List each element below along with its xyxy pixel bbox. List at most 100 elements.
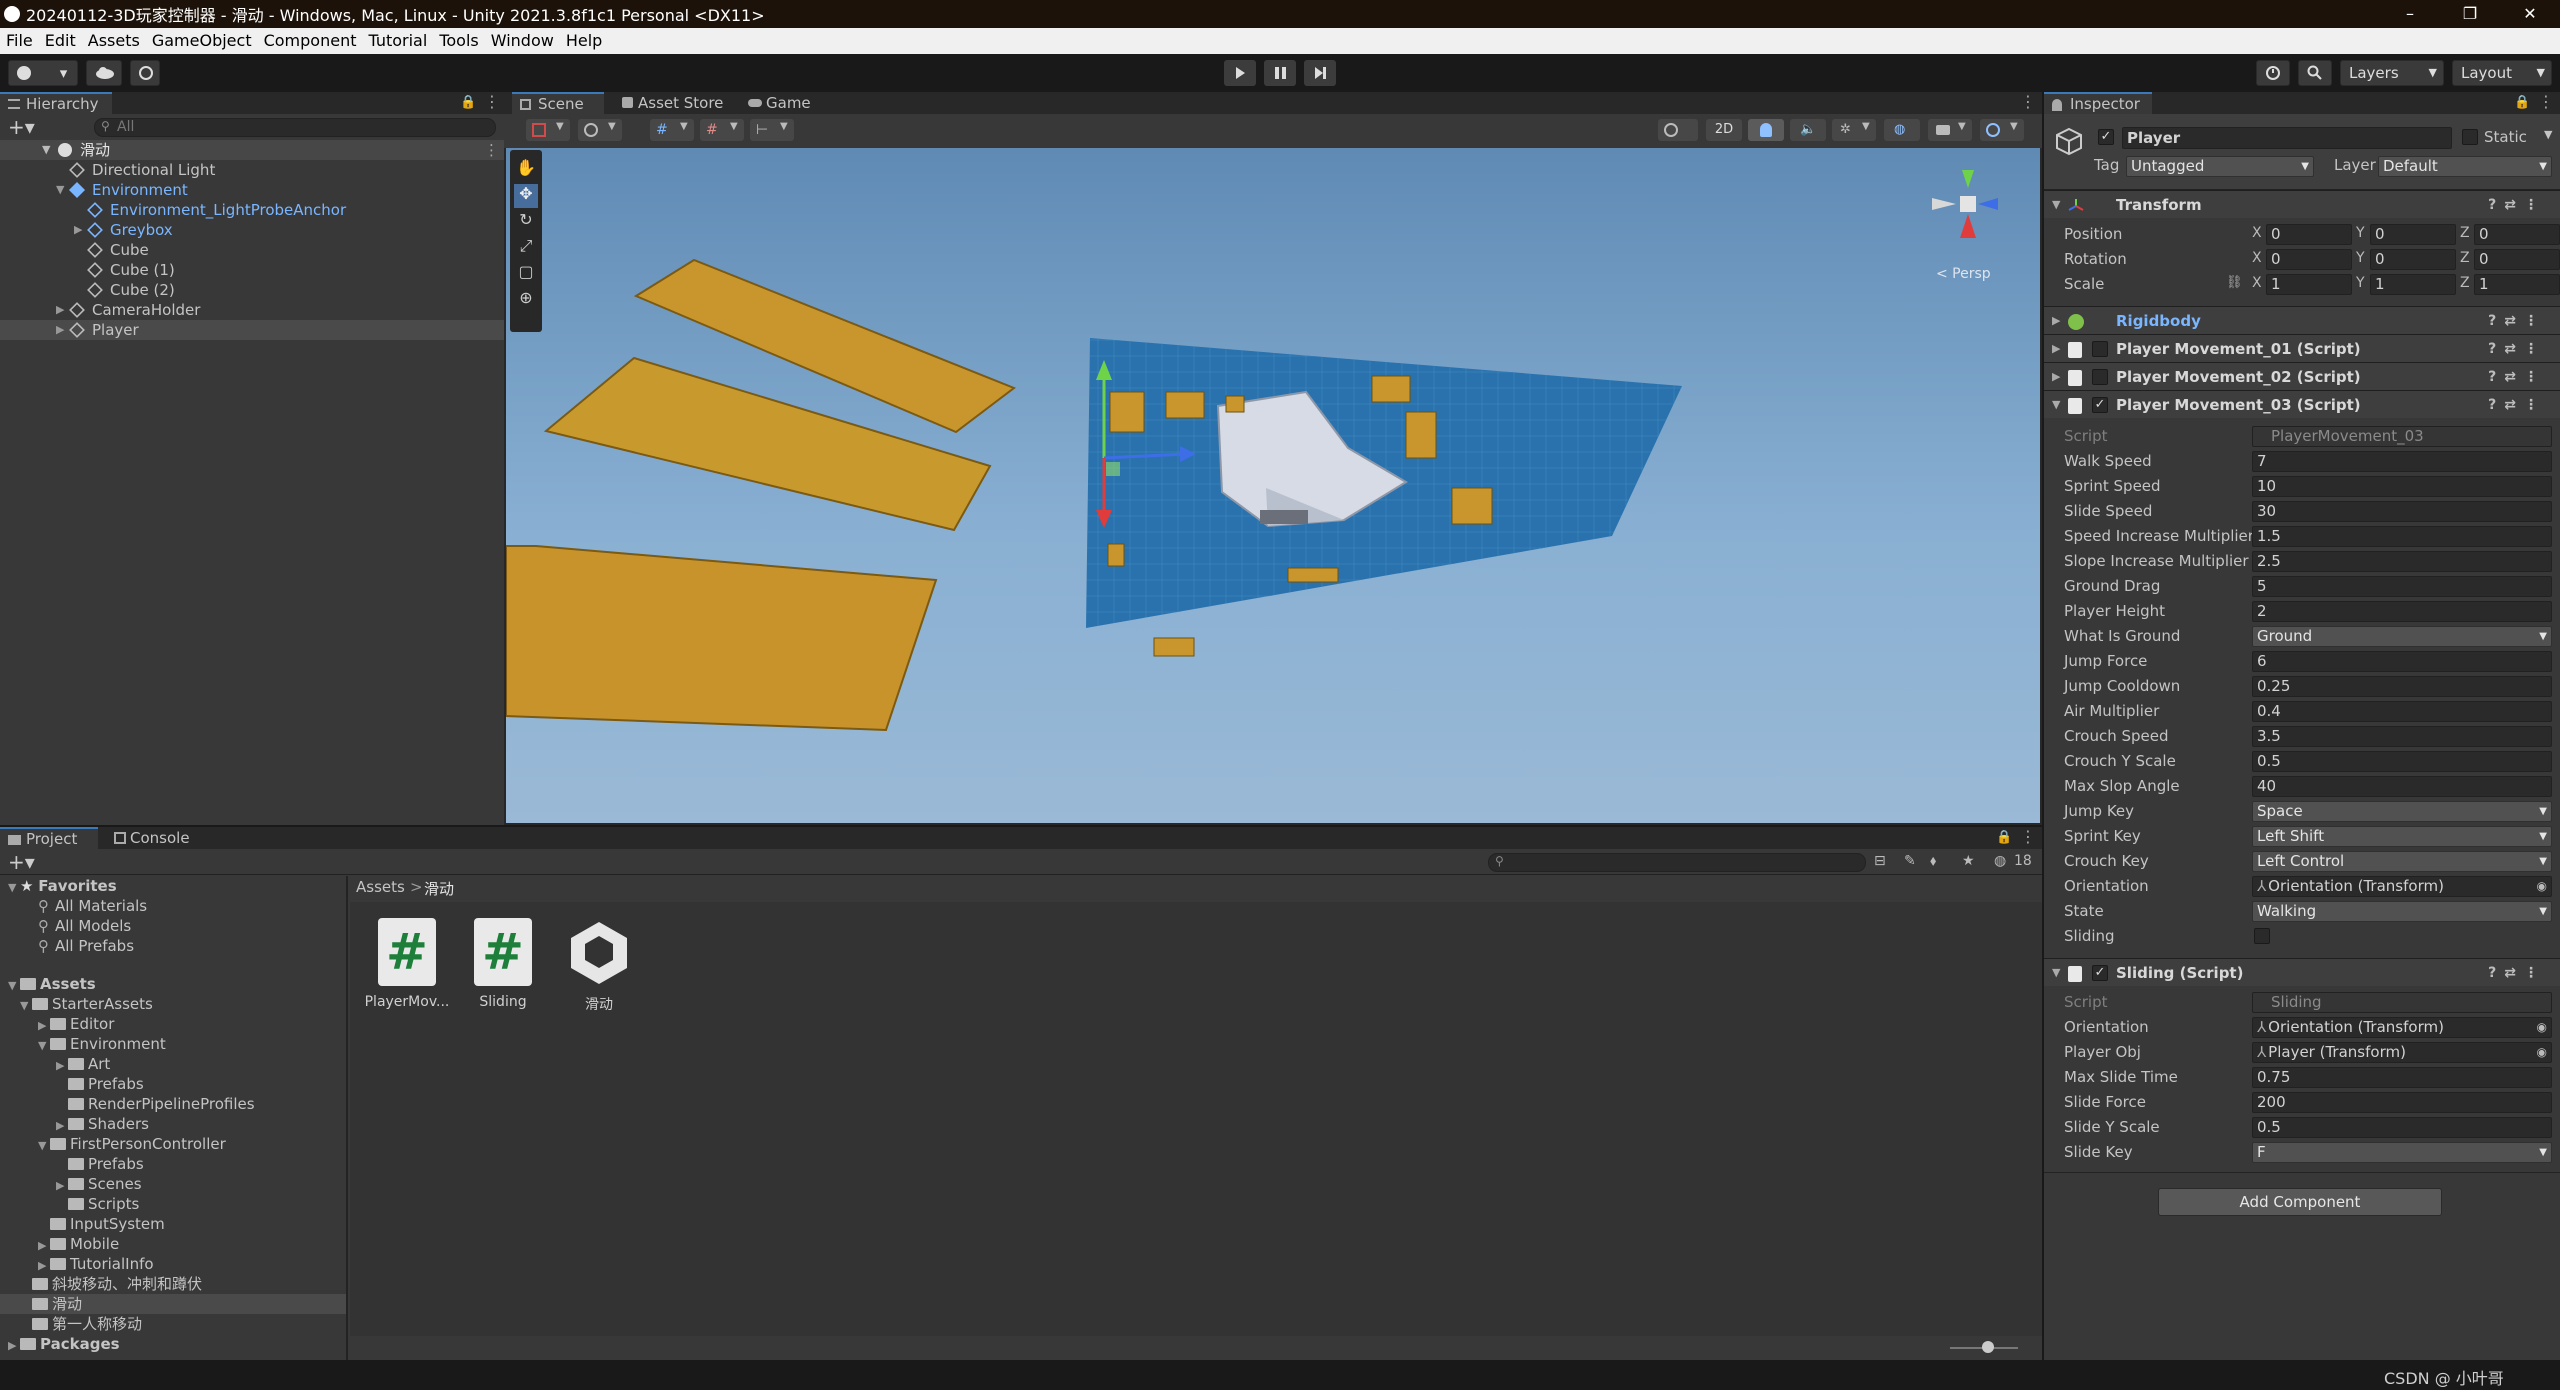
hierarchy-item[interactable]: Environment_LightProbeAnchor bbox=[0, 200, 504, 220]
object-picker-icon[interactable]: ◉ bbox=[2537, 1043, 2547, 1062]
gizmos-button[interactable]: ▼ bbox=[1980, 119, 2024, 141]
pm2-header[interactable]: ▶ Player Movement_02 (Script) ?⇄⋮ bbox=[2044, 362, 2560, 390]
component-actions[interactable]: ?⇄⋮ bbox=[2488, 391, 2546, 419]
pm2-enabled-checkbox[interactable] bbox=[2092, 369, 2108, 385]
scene-root-row[interactable]: ▼ 滑动 ⋮ bbox=[0, 140, 504, 160]
prop-dropdown[interactable]: F ▼ bbox=[2252, 1142, 2552, 1163]
hierarchy-item[interactable]: Cube (1) bbox=[0, 260, 504, 280]
chevron-down-icon[interactable]: ▼ bbox=[2544, 128, 2552, 141]
hierarchy-item[interactable]: ▶ CameraHolder bbox=[0, 300, 504, 320]
transform-position-x-field[interactable]: 0 bbox=[2266, 224, 2352, 245]
object-picker-icon[interactable]: ◉ bbox=[2537, 877, 2547, 896]
tool-hand[interactable]: ✋ bbox=[514, 158, 538, 182]
scene-viewport[interactable]: < Persp ✋ ✥ ↻ ⤢ ▢ ⊕ bbox=[506, 148, 2040, 823]
project-folder-item[interactable]: 斜坡移动、冲刺和蹲伏 bbox=[0, 1274, 346, 1294]
maximize-button[interactable]: ❐ bbox=[2440, 0, 2500, 28]
component-actions[interactable]: ?⇄⋮ bbox=[2488, 307, 2546, 335]
prop-number-field[interactable]: 7 bbox=[2252, 451, 2552, 472]
kebab-menu-icon[interactable]: ⋮ bbox=[484, 92, 500, 111]
breadcrumb-current[interactable]: 滑动 bbox=[424, 878, 454, 899]
transform-position-y-field[interactable]: 0 bbox=[2370, 224, 2456, 245]
project-folder-item[interactable]: ▶ Art bbox=[0, 1054, 346, 1074]
lock-icon[interactable]: 🔒 bbox=[1996, 830, 2012, 845]
hierarchy-item[interactable]: ▼ Environment bbox=[0, 180, 504, 200]
filter-label-icon[interactable]: ✎ bbox=[1904, 853, 1916, 869]
prop-number-field[interactable]: 200 bbox=[2252, 1092, 2552, 1113]
object-name-field[interactable]: Player bbox=[2122, 127, 2452, 149]
add-icon[interactable]: +▾ bbox=[8, 850, 35, 874]
render-mode-button[interactable]: ▼ bbox=[578, 119, 622, 141]
step-button[interactable] bbox=[1304, 60, 1336, 86]
menu-window[interactable]: Window bbox=[485, 28, 560, 54]
hierarchy-item[interactable]: Directional Light bbox=[0, 160, 504, 180]
tool-scale[interactable]: ⤢ bbox=[514, 236, 538, 260]
hierarchy-item[interactable]: ▶ Player bbox=[0, 320, 504, 340]
transform-header[interactable]: ▼ Transform ?⇄⋮ bbox=[2044, 190, 2560, 218]
close-button[interactable]: ✕ bbox=[2500, 0, 2560, 28]
component-actions[interactable]: ?⇄⋮ bbox=[2488, 363, 2546, 391]
lock-icon[interactable]: 🔒 bbox=[460, 95, 476, 110]
transform-position-z-field[interactable]: 0 bbox=[2474, 224, 2560, 245]
tab-project[interactable]: Project bbox=[0, 827, 98, 849]
toggle-2d-button[interactable]: 2D bbox=[1706, 119, 1742, 141]
play-button[interactable] bbox=[1224, 60, 1256, 86]
tool-move[interactable]: ✥ bbox=[514, 184, 538, 208]
project-folder-item[interactable]: ▼ Environment bbox=[0, 1034, 346, 1054]
sliding-header[interactable]: ▼ ✓ Sliding (Script) ?⇄⋮ bbox=[2044, 958, 2560, 986]
asset-item[interactable]: 滑动 bbox=[554, 918, 644, 1014]
project-search[interactable]: ⚲ bbox=[1488, 853, 1866, 872]
cloud-button[interactable] bbox=[86, 60, 122, 86]
kebab-menu-icon[interactable]: ⋮ bbox=[484, 140, 499, 160]
tab-inspector[interactable]: Inspector bbox=[2044, 92, 2152, 114]
asset-item[interactable]: # Sliding bbox=[458, 918, 548, 1010]
hidden-packages-icon[interactable]: ◍ bbox=[1994, 853, 2006, 869]
pm1-header[interactable]: ▶ Player Movement_01 (Script) ?⇄⋮ bbox=[2044, 334, 2560, 362]
packages-row[interactable]: ▶ Packages bbox=[0, 1334, 120, 1354]
tag-icon[interactable]: ⬧ bbox=[1930, 853, 1936, 869]
prop-dropdown[interactable]: Ground ▼ bbox=[2252, 626, 2552, 647]
layer-dropdown[interactable]: Default ▼ bbox=[2378, 156, 2552, 177]
project-folder-item[interactable]: Scripts bbox=[0, 1194, 346, 1214]
favorite-item[interactable]: ⚲ All Materials bbox=[38, 896, 147, 916]
component-actions[interactable]: ?⇄⋮ bbox=[2488, 335, 2546, 363]
tag-dropdown[interactable]: Untagged ▼ bbox=[2126, 156, 2314, 177]
sliding-enabled-checkbox[interactable]: ✓ bbox=[2092, 965, 2108, 981]
hierarchy-search[interactable]: ⚲ All bbox=[94, 118, 496, 137]
camera-settings-button[interactable]: ▼ bbox=[1928, 119, 1972, 141]
prop-object-field[interactable]: ⅄ Orientation (Transform) ◉ bbox=[2252, 1017, 2552, 1038]
prop-number-field[interactable]: 0.5 bbox=[2252, 1117, 2552, 1138]
draw-mode-button[interactable]: ▼ bbox=[526, 119, 570, 141]
lock-icon[interactable]: 🔒 bbox=[2514, 95, 2530, 110]
project-folder-item[interactable]: RenderPipelineProfiles bbox=[0, 1094, 346, 1114]
menu-help[interactable]: Help bbox=[560, 28, 608, 54]
menu-tools[interactable]: Tools bbox=[433, 28, 484, 54]
increment-snap-button[interactable]: ⊢ ▼ bbox=[750, 119, 794, 141]
audio-toggle-button[interactable]: 🔈 bbox=[1790, 119, 1826, 141]
tab-scene[interactable]: Scene bbox=[512, 92, 604, 114]
rigidbody-header[interactable]: ▶ Rigidbody ?⇄⋮ bbox=[2044, 306, 2560, 334]
hierarchy-item[interactable]: ▶ Greybox bbox=[0, 220, 504, 240]
active-checkbox[interactable]: ✓ bbox=[2098, 129, 2114, 145]
star-icon[interactable]: ★ bbox=[1962, 853, 1975, 869]
link-icon[interactable]: ⛓ bbox=[2226, 275, 2243, 290]
favorite-item[interactable]: ⚲ All Models bbox=[38, 916, 131, 936]
prop-number-field[interactable]: 0.5 bbox=[2252, 751, 2552, 772]
project-folder-item[interactable]: ▶ Mobile bbox=[0, 1234, 346, 1254]
collab-button[interactable] bbox=[130, 60, 160, 86]
prop-object-field[interactable]: ⅄ Player (Transform) ◉ bbox=[2252, 1042, 2552, 1063]
project-folder-item[interactable]: InputSystem bbox=[0, 1214, 346, 1234]
grid-visibility-button[interactable]: # ▼ bbox=[700, 119, 744, 141]
project-folder-item[interactable]: ▶ Scenes bbox=[0, 1174, 346, 1194]
asset-item[interactable]: # PlayerMov... bbox=[362, 918, 452, 1010]
prop-number-field[interactable]: 6 bbox=[2252, 651, 2552, 672]
menu-tutorial[interactable]: Tutorial bbox=[362, 28, 433, 54]
prop-dropdown[interactable]: Left Shift ▼ bbox=[2252, 826, 2552, 847]
static-checkbox[interactable] bbox=[2462, 129, 2478, 145]
hierarchy-item[interactable]: Cube bbox=[0, 240, 504, 260]
minimize-button[interactable]: – bbox=[2380, 0, 2440, 28]
hidden-objects-button[interactable]: ◍ bbox=[1884, 119, 1920, 141]
prop-number-field[interactable]: 10 bbox=[2252, 476, 2552, 497]
prop-number-field[interactable]: 2.5 bbox=[2252, 551, 2552, 572]
prop-number-field[interactable]: 5 bbox=[2252, 576, 2552, 597]
camera-speed-button[interactable] bbox=[1658, 119, 1698, 141]
